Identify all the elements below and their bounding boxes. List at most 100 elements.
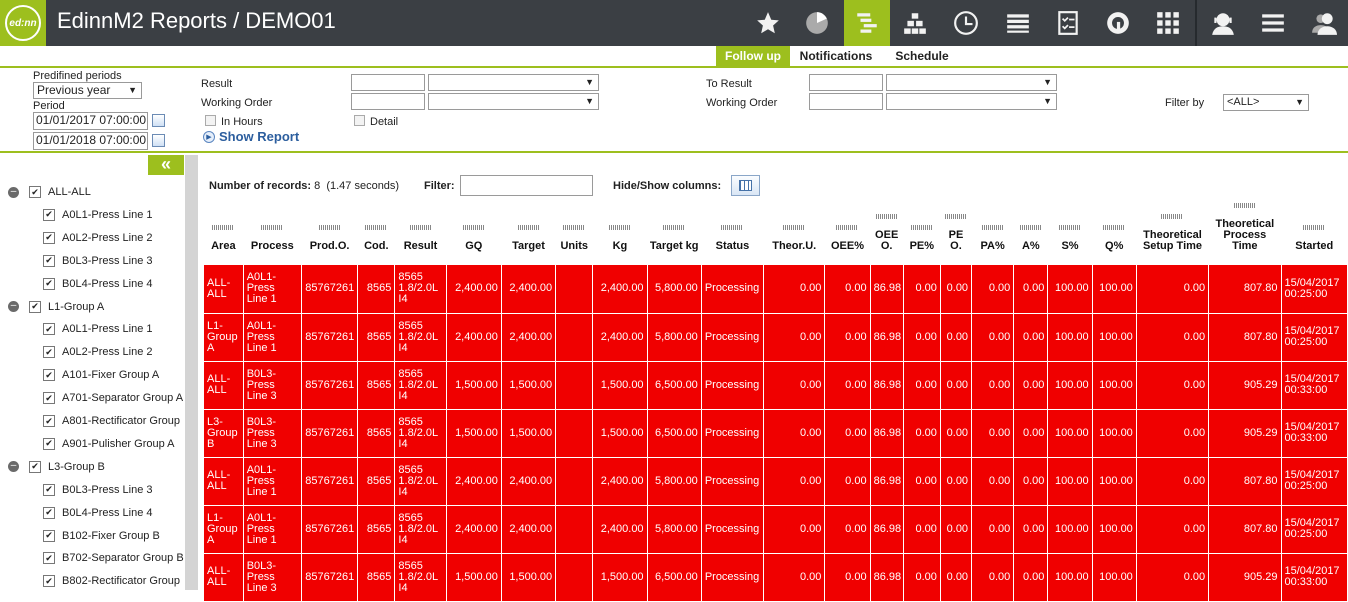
tree-checkbox[interactable]: ✔ xyxy=(43,437,55,450)
tree-item[interactable]: ✔ A901-Pulisher Group A xyxy=(43,436,175,452)
columns-button[interactable] xyxy=(731,175,760,196)
column-grip-icon[interactable] xyxy=(981,225,1004,230)
result-select[interactable]: ▼ xyxy=(428,74,599,91)
column-header[interactable]: Theoretical Setup Time xyxy=(1136,203,1210,265)
stack-icon[interactable] xyxy=(996,0,1040,46)
column-grip-icon[interactable] xyxy=(663,225,686,230)
tree-checkbox[interactable]: ✔ xyxy=(43,392,55,405)
tree-scrollbar[interactable] xyxy=(185,155,198,590)
column-header[interactable]: Theoretical Process Time xyxy=(1208,203,1282,265)
to-result-input[interactable] xyxy=(809,74,883,91)
to-result-select[interactable]: ▼ xyxy=(886,74,1057,91)
tree-item[interactable]: ✔ A0L1-Press Line 1 xyxy=(43,321,153,337)
collapse-node-icon[interactable]: – xyxy=(8,461,19,473)
table-row[interactable]: ALL-ALL B0L3-Press Line 3 85767261 8565 8565… xyxy=(204,361,1348,410)
tree-checkbox[interactable]: ✔ xyxy=(43,254,55,267)
column-grip-icon[interactable] xyxy=(318,225,341,230)
tree-checkbox[interactable]: ✔ xyxy=(43,529,55,542)
column-header[interactable]: Prod.O. xyxy=(301,203,359,265)
clock-icon[interactable] xyxy=(944,0,988,46)
predefined-periods-select[interactable]: Previous year ▼ xyxy=(33,82,142,99)
period-to-input[interactable]: 01/01/2018 07:00:00 xyxy=(33,132,148,150)
column-grip-icon[interactable] xyxy=(783,225,806,230)
tree-item[interactable]: ✔ A0L2-Press Line 2 xyxy=(43,344,153,360)
tree-item[interactable]: ✔ A101-Fixer Group A xyxy=(43,367,159,383)
column-grip-icon[interactable] xyxy=(910,225,933,230)
tree-checkbox[interactable]: ✔ xyxy=(43,277,55,290)
column-header[interactable]: OEE O. xyxy=(870,203,904,265)
show-report-button[interactable]: ▶ Show Report xyxy=(203,129,299,144)
tree-checkbox[interactable]: ✔ xyxy=(43,552,55,565)
result-input[interactable] xyxy=(351,74,425,91)
column-header[interactable]: Status xyxy=(701,203,765,265)
column-grip-icon[interactable] xyxy=(608,225,631,230)
tree-checkbox[interactable]: ✔ xyxy=(29,186,41,198)
table-row[interactable]: L1-Group A A0L1-Press Line 1 85767261 8565 8… xyxy=(204,505,1348,554)
tab-follow-up[interactable]: Follow up xyxy=(716,46,790,66)
column-header[interactable]: Started xyxy=(1281,203,1348,265)
tree-checkbox[interactable]: ✔ xyxy=(29,460,41,473)
column-header[interactable]: Target kg xyxy=(647,203,702,265)
tree-checkbox[interactable]: ✔ xyxy=(43,231,55,244)
column-grip-icon[interactable] xyxy=(1059,225,1081,230)
tree-checkbox[interactable]: ✔ xyxy=(43,323,55,336)
calendar-icon[interactable] xyxy=(152,114,165,127)
tree-item[interactable]: ✔ B0L4-Press Line 4 xyxy=(43,505,153,521)
column-grip-icon[interactable] xyxy=(1303,225,1326,230)
star-icon[interactable] xyxy=(746,0,790,46)
detail-checkbox[interactable] xyxy=(354,115,365,126)
column-grip-icon[interactable] xyxy=(1019,225,1042,230)
column-grip-icon[interactable] xyxy=(875,214,898,219)
column-grip-icon[interactable] xyxy=(365,225,388,230)
tree-item[interactable]: ✔ A701-Separator Group A xyxy=(43,390,183,406)
user-support-icon[interactable] xyxy=(1201,0,1245,46)
tree-item[interactable]: ✔ B0L4-Press Line 4 xyxy=(43,276,153,292)
column-header[interactable]: PE O. xyxy=(940,203,973,265)
column-header[interactable]: Theor.U. xyxy=(763,203,826,265)
column-header[interactable]: Kg xyxy=(592,203,648,265)
tree-item[interactable]: ✔ B0L3-Press Line 3 xyxy=(43,253,153,269)
column-header[interactable]: A% xyxy=(1013,203,1049,265)
tree-group[interactable]: – ✔ L3-Group B xyxy=(8,459,105,475)
tree-item[interactable]: ✔ B802-Rectificator Group xyxy=(43,573,180,589)
column-grip-icon[interactable] xyxy=(462,225,485,230)
column-header[interactable]: PA% xyxy=(971,203,1015,265)
in-hours-checkbox[interactable] xyxy=(205,115,216,126)
to-working-order-select[interactable]: ▼ xyxy=(886,93,1057,110)
column-grip-icon[interactable] xyxy=(1161,214,1184,219)
table-row[interactable]: ALL-ALL A0L1-Press Line 1 85767261 8565 8565… xyxy=(204,265,1348,314)
column-grip-icon[interactable] xyxy=(836,225,859,230)
tree-checkbox[interactable]: ✔ xyxy=(29,300,41,313)
collapse-panel-button[interactable]: « xyxy=(148,155,184,175)
tree-item[interactable]: ✔ A0L1-Press Line 1 xyxy=(43,207,153,223)
tree-checkbox[interactable]: ✔ xyxy=(43,346,55,359)
grid-filter-input[interactable] xyxy=(460,175,593,196)
column-header[interactable]: Target xyxy=(501,203,557,265)
column-grip-icon[interactable] xyxy=(212,225,235,230)
tree-checkbox[interactable]: ✔ xyxy=(43,575,55,588)
to-working-order-input[interactable] xyxy=(809,93,883,110)
tree-group[interactable]: – ✔ ALL-ALL xyxy=(8,184,91,200)
column-header[interactable]: Process xyxy=(243,203,302,265)
tree-item[interactable]: ✔ A801-Rectificator Group xyxy=(43,413,180,429)
table-row[interactable]: ALL-ALL A0L1-Press Line 1 85767261 8565 8565… xyxy=(204,457,1348,506)
menu-icon[interactable] xyxy=(1251,0,1295,46)
column-header[interactable]: S% xyxy=(1047,203,1093,265)
column-grip-icon[interactable] xyxy=(721,225,744,230)
gantt-icon[interactable] xyxy=(844,0,890,46)
column-grip-icon[interactable] xyxy=(261,225,284,230)
column-header[interactable]: Cod. xyxy=(357,203,396,265)
column-grip-icon[interactable] xyxy=(1233,203,1256,208)
collapse-node-icon[interactable]: – xyxy=(8,301,19,312)
period-from-input[interactable]: 01/01/2017 07:00:00 xyxy=(33,112,148,130)
pyramid-icon[interactable] xyxy=(893,0,937,46)
q-icon[interactable] xyxy=(1096,0,1140,46)
tab-notifications[interactable]: Notifications xyxy=(795,46,877,66)
column-grip-icon[interactable] xyxy=(563,225,586,230)
collapse-node-icon[interactable]: – xyxy=(8,186,19,198)
checklist-icon[interactable] xyxy=(1046,0,1090,46)
tab-schedule[interactable]: Schedule xyxy=(889,46,955,66)
column-header[interactable]: OEE% xyxy=(824,203,871,265)
tree-item[interactable]: ✔ B702-Separator Group B xyxy=(43,550,184,566)
tree-item[interactable]: ✔ B102-Fixer Group B xyxy=(43,528,160,544)
